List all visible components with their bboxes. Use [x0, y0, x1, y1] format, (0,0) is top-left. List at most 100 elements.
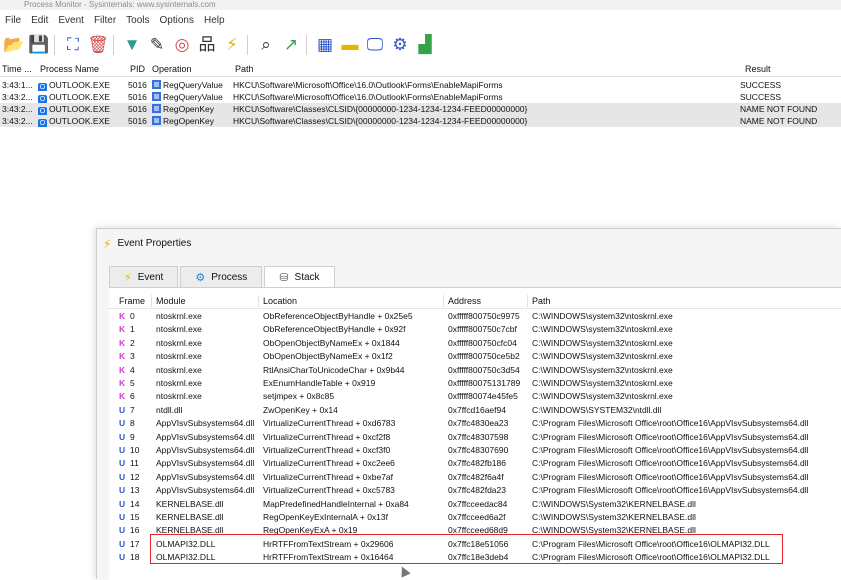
stack-row[interactable]: U 10 AppVIsvSubsystems64.dll VirtualizeCurr…: [109, 444, 841, 457]
stack-path: C:\WINDOWS\system32\ntoskrnl.exe: [532, 364, 673, 375]
stack-frame: 12: [130, 471, 140, 482]
column-divider[interactable]: [151, 295, 152, 307]
stack-address: 0x7ffc482f6a4f: [448, 471, 504, 482]
stack-row[interactable]: U 7 ntdll.dll ZwOpenKey + 0x14 0x7ffcd16aef9…: [109, 404, 841, 417]
menu-file[interactable]: File: [5, 15, 21, 26]
event-row[interactable]: 3:43:2... O OUTLOOK.EXE 5016 RegOpenKey HKCU\…: [0, 103, 841, 115]
stack-location: ZwOpenKey + 0x14: [263, 404, 338, 415]
col-operation[interactable]: Operation: [152, 62, 212, 76]
stack-address: 0x7ffc4830ea23: [448, 418, 509, 429]
stack-address: 0x7ffc48307690: [448, 445, 509, 455]
jump-icon[interactable]: ↗: [280, 34, 302, 56]
stack-frame: 9: [130, 431, 135, 442]
col-process-name[interactable]: Process Name: [40, 62, 110, 76]
event-list-header: Time ... Process Name PID Operation Path…: [0, 62, 841, 77]
user-mode-icon: U: [119, 404, 126, 415]
stack-row[interactable]: K 1 ntoskrnl.exe ObReferenceObjectByHandle …: [109, 323, 841, 336]
stack-location: VirtualizeCurrentThread + 0xcf2f8: [263, 431, 391, 442]
col-time[interactable]: Time ...: [2, 62, 32, 76]
event-row[interactable]: 3:43:2... O OUTLOOK.EXE 5016 RegOpenKey HKCU\…: [0, 115, 841, 127]
stack-location: MapPredefinedHandleInternal + 0xa84: [263, 498, 409, 509]
menu-edit[interactable]: Edit: [31, 15, 48, 26]
filter-icon[interactable]: ▼: [121, 34, 143, 56]
stack-row[interactable]: U 9 AppVIsvSubsystems64.dll VirtualizeCurre…: [109, 431, 841, 444]
stack-module: KERNELBASE.dll: [156, 525, 224, 536]
find-icon[interactable]: ⌕: [255, 34, 277, 56]
stack-row[interactable]: U 14 KERNELBASE.dll MapPredefinedHandleInte…: [109, 498, 841, 511]
stack-row[interactable]: U 18 OLMAPI32.DLL HrRTFFromTextStream + 0x1…: [109, 551, 841, 564]
stack-row[interactable]: K 0 ntoskrnl.exe ObReferenceObjectByHandle …: [109, 310, 841, 323]
open-icon[interactable]: 📂: [3, 34, 25, 56]
event-result: NAME NOT FOUND: [740, 104, 818, 114]
stack-path: C:\WINDOWS\System32\KERNELBASE.dll: [532, 525, 696, 536]
event-time: 3:43:2...: [2, 116, 33, 126]
stack-row[interactable]: K 4 ntoskrnl.exe RtlAnsiCharToUnicodeChar +…: [109, 364, 841, 377]
autoscroll-icon[interactable]: ⛶: [62, 34, 84, 56]
stack-row[interactable]: K 5 ntoskrnl.exe ExEnumHandleTable + 0x919 0…: [109, 377, 841, 390]
process-activity-icon[interactable]: ⚙: [389, 34, 411, 56]
file-activity-icon[interactable]: ▬: [339, 34, 361, 56]
stack-row[interactable]: U 8 AppVIsvSubsystems64.dll VirtualizeCurre…: [109, 417, 841, 430]
event-properties-dialog: ⚡ Event Properties ⚡ Event ⚙ Process ⛁ S…: [96, 228, 841, 580]
registry-icon: [152, 116, 161, 125]
col-stack-path[interactable]: Path: [532, 294, 592, 308]
column-divider[interactable]: [258, 295, 259, 307]
toolbar: 📂 💾 ⛶ 🗑 ▼ ✎ ◎ 品 ⚡ ⌕ ↗ ▦ ▬ 🖵 ⚙ ▟: [0, 31, 841, 59]
kernel-mode-icon: K: [119, 391, 126, 402]
stack-path: C:\Program Files\Microsoft Office\root\O…: [532, 471, 809, 482]
column-divider[interactable]: [443, 295, 444, 307]
col-address[interactable]: Address: [448, 294, 508, 308]
process-tree-icon[interactable]: 品: [196, 34, 218, 56]
stack-frame: 16: [130, 525, 140, 536]
stack-frame: 4: [130, 364, 135, 375]
stack-module: AppVIsvSubsystems64.dll: [156, 418, 255, 429]
menu-options[interactable]: Options: [160, 15, 194, 26]
stack-row[interactable]: U 17 OLMAPI32.DLL HrRTFFromTextStream + 0x2…: [109, 538, 841, 551]
stack-row[interactable]: K 2 ntoskrnl.exe ObOpenObjectByNameEx + 0x1…: [109, 337, 841, 350]
event-operation: RegQueryValue: [152, 79, 232, 91]
profiling-icon[interactable]: ▟: [414, 34, 436, 56]
tab-process[interactable]: ⚙ Process: [180, 266, 263, 288]
stack-row[interactable]: U 15 KERNELBASE.dll RegOpenKeyExInternalA +…: [109, 511, 841, 524]
stack-row[interactable]: U 12 AppVIsvSubsystems64.dll VirtualizeCurr…: [109, 471, 841, 484]
stack-address: 0x7ffcd16aef94: [448, 404, 506, 415]
save-icon[interactable]: 💾: [28, 34, 50, 56]
registry-activity-icon[interactable]: ▦: [314, 34, 336, 56]
network-activity-icon[interactable]: 🖵: [364, 34, 386, 56]
menu-event[interactable]: Event: [58, 15, 84, 26]
stack-path: C:\WINDOWS\system32\ntoskrnl.exe: [532, 351, 673, 362]
tab-event[interactable]: ⚡ Event: [109, 266, 179, 288]
stack-row[interactable]: K 6 ntoskrnl.exe setjmpex + 0x8c85 0xfffff80…: [109, 390, 841, 403]
col-module[interactable]: Module: [156, 294, 216, 308]
stack-module: ntoskrnl.exe: [156, 378, 202, 388]
edit-filter-icon[interactable]: ✎: [146, 34, 168, 56]
tab-stack[interactable]: ⛁ Stack: [264, 266, 335, 288]
clear-icon[interactable]: 🗑: [87, 34, 109, 56]
column-divider[interactable]: [527, 295, 528, 307]
stack-frame: 2: [130, 337, 135, 348]
stack-row[interactable]: U 11 AppVIsvSubsystems64.dll VirtualizeCurr…: [109, 457, 841, 470]
stack-row[interactable]: U 16 KERNELBASE.dll RegOpenKeyExA + 0x19 0x7…: [109, 524, 841, 537]
menu-help[interactable]: Help: [204, 15, 225, 26]
stack-frame: 1: [130, 324, 135, 335]
col-frame[interactable]: Frame: [119, 294, 149, 308]
stack-module: ntoskrnl.exe: [156, 324, 202, 335]
stack-row[interactable]: U 13 AppVIsvSubsystems64.dll VirtualizeCurr…: [109, 484, 841, 497]
col-location[interactable]: Location: [263, 294, 323, 308]
col-result[interactable]: Result: [745, 62, 805, 76]
menu-filter[interactable]: Filter: [94, 15, 116, 26]
col-pid[interactable]: PID: [130, 62, 150, 76]
event-row[interactable]: 3:43:2... O OUTLOOK.EXE 5016 RegQueryValue HK…: [0, 91, 841, 103]
col-path[interactable]: Path: [235, 62, 295, 76]
event-pid: 5016: [128, 92, 147, 102]
kernel-mode-icon: K: [119, 351, 126, 362]
stack-location: VirtualizeCurrentThread + 0xd6783: [263, 418, 396, 429]
stack-path: C:\Program Files\Microsoft Office\root\O…: [532, 445, 809, 455]
highlight-icon[interactable]: ◎: [171, 34, 193, 56]
event-properties-icon[interactable]: ⚡: [221, 34, 243, 56]
menu-tools[interactable]: Tools: [126, 15, 149, 26]
event-row[interactable]: 3:43:1... O OUTLOOK.EXE 5016 RegQueryValue HK…: [0, 79, 841, 91]
stack-address: 0xfffff800750ce5b2: [448, 351, 520, 362]
stack-row[interactable]: K 3 ntoskrnl.exe ObOpenObjectByNameEx + 0x1…: [109, 350, 841, 363]
outlook-icon: O: [38, 83, 47, 91]
